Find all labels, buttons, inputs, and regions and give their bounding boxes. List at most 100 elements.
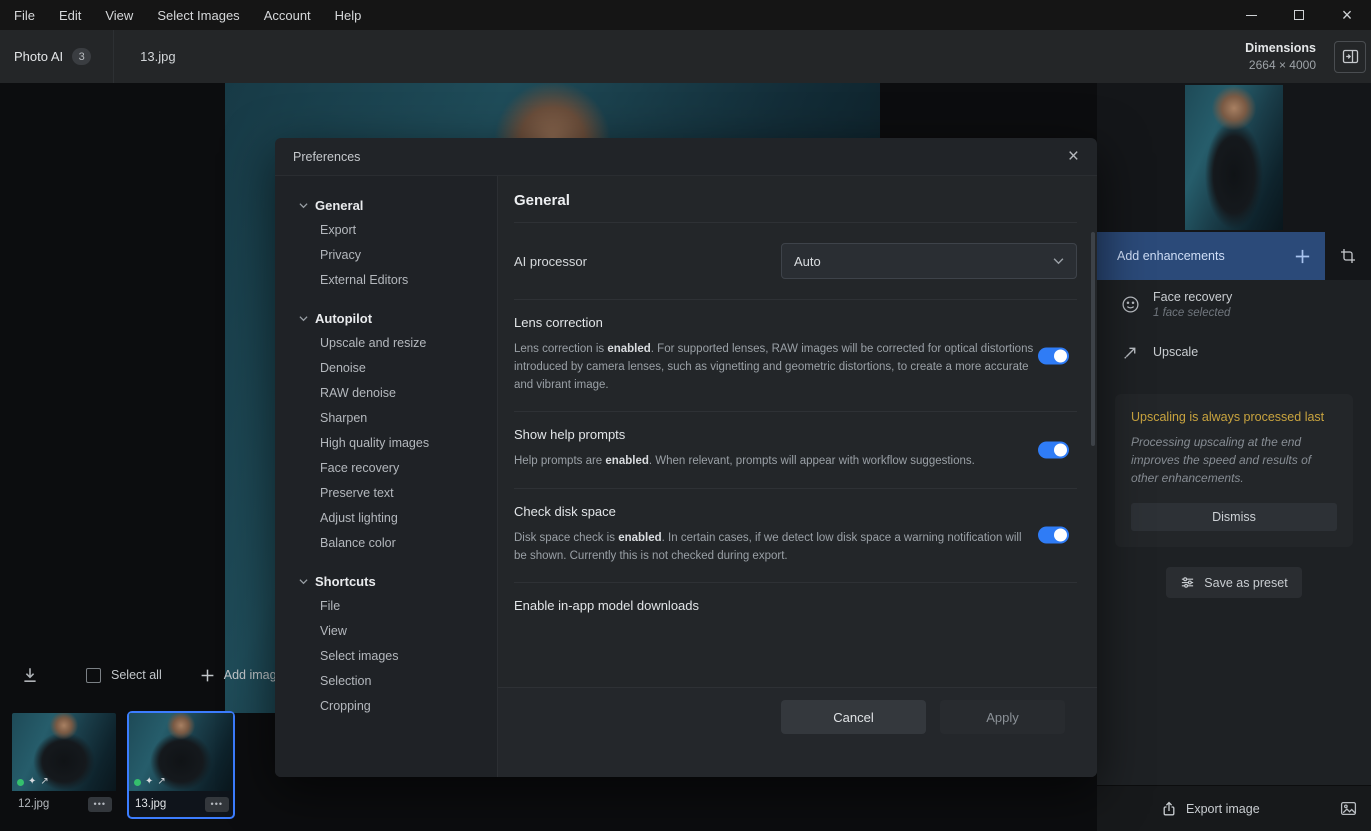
dismiss-button[interactable]: Dismiss: [1131, 503, 1337, 531]
enhancement-upscale[interactable]: Upscale: [1097, 328, 1371, 376]
sidebar-item-view[interactable]: View: [299, 619, 497, 644]
thumbnail-meta: 12.jpg •••: [12, 791, 116, 817]
sidebar-item-selection[interactable]: Selection: [299, 669, 497, 694]
sidebar-item-high-quality-images[interactable]: High quality images: [299, 431, 497, 456]
thumbnail-filename: 13.jpg: [135, 798, 167, 810]
setting-title: Show help prompts: [514, 427, 626, 443]
sidebar-item-privacy[interactable]: Privacy: [299, 243, 497, 268]
preset-icon: [1180, 575, 1195, 590]
menu-file[interactable]: File: [0, 0, 47, 30]
maximize-button[interactable]: [1275, 0, 1323, 30]
sidebar-item-sharpen[interactable]: Sharpen: [299, 406, 497, 431]
sidebar-item-upscale-and-resize[interactable]: Upscale and resize: [299, 331, 497, 356]
dialog-close-button[interactable]: ×: [1068, 147, 1079, 166]
content-heading: General: [514, 176, 1077, 223]
sidebar-section-header-shortcuts[interactable]: Shortcuts: [299, 568, 497, 594]
preview-thumbnail[interactable]: [1185, 85, 1283, 230]
select-all-control[interactable]: Select all: [86, 667, 162, 683]
thumbnail-image-12[interactable]: ✦ ↗: [12, 713, 116, 791]
export-settings-button[interactable]: [1325, 800, 1371, 817]
export-bar: Export image: [1097, 785, 1371, 831]
close-icon: ×: [1341, 5, 1353, 25]
enhancements-panel: Add enhancements Face recovery 1 face se…: [1097, 83, 1371, 831]
scrollbar-thumb[interactable]: [1091, 232, 1095, 446]
check-disk-space-toggle[interactable]: [1038, 526, 1069, 544]
sidebar-item-face-recovery[interactable]: Face recovery: [299, 456, 497, 481]
crop-tool-button[interactable]: [1325, 232, 1371, 280]
preferences-sidebar: General Export Privacy External Editors …: [275, 176, 497, 777]
show-help-prompts-toggle[interactable]: [1038, 441, 1069, 459]
menu-select-images[interactable]: Select Images: [145, 0, 251, 30]
thumbnail-image-13[interactable]: ✦ ↗: [129, 713, 233, 791]
ai-processor-label: AI processor: [514, 253, 587, 269]
open-file-tab[interactable]: 13.jpg: [113, 30, 201, 83]
enhancement-face-recovery[interactable]: Face recovery 1 face selected: [1097, 280, 1371, 328]
sidebar-item-external-editors[interactable]: External Editors: [299, 268, 497, 293]
sidebar-item-adjust-lighting[interactable]: Adjust lighting: [299, 506, 497, 531]
ai-processor-select[interactable]: Auto: [781, 243, 1077, 279]
enhancement-sparkle-icon: ✦: [145, 776, 154, 787]
sidebar-section-header-autopilot[interactable]: Autopilot: [299, 305, 497, 331]
add-enhancements-label: Add enhancements: [1117, 249, 1225, 263]
sidebar-item-cropping[interactable]: Cropping: [299, 694, 497, 719]
app-home-tab[interactable]: Photo AI 3: [0, 30, 113, 83]
menu-view[interactable]: View: [93, 0, 145, 30]
sidebar-section-general: General Export Privacy External Editors: [299, 192, 497, 293]
export-image-button[interactable]: Export image: [1161, 801, 1260, 817]
menu-bar: File Edit View Select Images Account Hel…: [0, 0, 1371, 30]
image-count-badge: 3: [72, 48, 92, 65]
status-dot-icon: [134, 778, 141, 786]
panel-spacer: [1097, 598, 1371, 785]
dimensions-readout: Dimensions 2664 × 4000: [1245, 41, 1316, 72]
thumbnail-filename: 12.jpg: [18, 798, 50, 810]
filmstrip-item-13[interactable]: ✦ ↗ 13.jpg •••: [129, 713, 233, 817]
section-label: General: [315, 197, 364, 213]
apply-button[interactable]: Apply: [940, 700, 1065, 734]
enhancement-label: Face recovery: [1153, 289, 1233, 304]
thumbnail-menu-button[interactable]: •••: [87, 796, 112, 812]
chevron-down-icon: [299, 578, 308, 585]
dialog-body: General Export Privacy External Editors …: [275, 176, 1097, 777]
window-controls: ×: [1227, 0, 1371, 30]
sidebar-item-balance-color[interactable]: Balance color: [299, 531, 497, 556]
chevron-down-icon: [299, 202, 308, 209]
sidebar-item-select-images[interactable]: Select images: [299, 644, 497, 669]
sidebar-item-export[interactable]: Export: [299, 218, 497, 243]
sidebar-item-raw-denoise[interactable]: RAW denoise: [299, 381, 497, 406]
close-window-button[interactable]: ×: [1323, 0, 1371, 30]
save-as-preset-button[interactable]: Save as preset: [1166, 567, 1302, 598]
select-all-checkbox[interactable]: [86, 667, 101, 683]
collapse-panel-button[interactable]: [1334, 40, 1366, 73]
menu-edit[interactable]: Edit: [47, 0, 93, 30]
setting-description: Disk space check is enabled. In certain …: [514, 531, 1022, 562]
face-recovery-icon: [1121, 295, 1140, 314]
filmstrip-item-12[interactable]: ✦ ↗ 12.jpg •••: [12, 713, 116, 817]
photo-ai-window: File Edit View Select Images Account Hel…: [0, 0, 1371, 831]
chevron-down-icon: [299, 315, 308, 322]
preview-thumbnail-area: [1097, 83, 1371, 232]
add-enhancements-button[interactable]: Add enhancements: [1097, 232, 1325, 280]
setting-description: Lens correction is enabled. For supporte…: [514, 343, 1034, 392]
toggle-knob: [1054, 349, 1067, 363]
lens-correction-toggle[interactable]: [1038, 347, 1069, 365]
minimize-icon: [1245, 14, 1257, 16]
menu-account[interactable]: Account: [252, 0, 323, 30]
sidebar-section-header-general[interactable]: General: [299, 192, 497, 218]
menu-help[interactable]: Help: [323, 0, 374, 30]
plus-icon: [1294, 248, 1311, 265]
preferences-scroll-area[interactable]: General AI processor Auto Lens correctio…: [498, 176, 1097, 687]
import-button[interactable]: [16, 666, 44, 684]
save-as-preset-label: Save as preset: [1204, 575, 1288, 590]
export-image-label: Export image: [1186, 801, 1260, 816]
minimize-button[interactable]: [1227, 0, 1275, 30]
setting-title: Lens correction: [514, 315, 603, 330]
cancel-button[interactable]: Cancel: [781, 700, 926, 734]
sidebar-item-preserve-text[interactable]: Preserve text: [299, 481, 497, 506]
filmstrip-toolbar: Select all Add images: [0, 650, 290, 700]
section-label: Autopilot: [315, 310, 373, 326]
enhancement-text: Face recovery 1 face selected: [1153, 290, 1232, 319]
section-label: Shortcuts: [315, 573, 376, 589]
sidebar-item-denoise[interactable]: Denoise: [299, 356, 497, 381]
thumbnail-menu-button[interactable]: •••: [204, 796, 229, 812]
sidebar-item-file[interactable]: File: [299, 594, 497, 619]
